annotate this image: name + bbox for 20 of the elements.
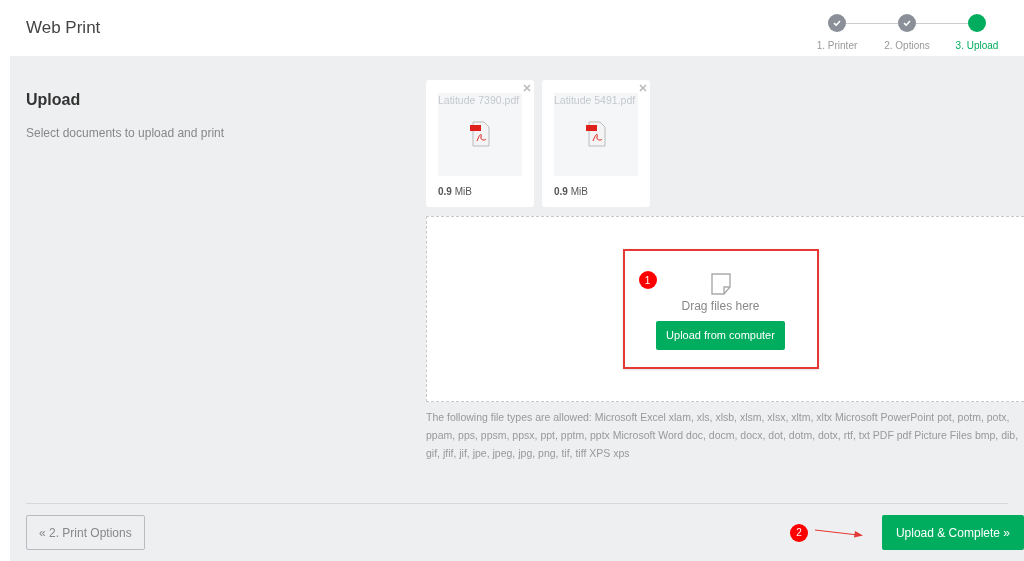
step-label: 2. Options <box>884 38 930 53</box>
section-description: Select documents to upload and print <box>26 125 226 142</box>
step-label: 3. Upload <box>955 38 999 53</box>
pdf-file-icon <box>585 120 607 147</box>
allowed-file-types: The following file types are allowed: Microsoft Excel xlam, xls, xlsb, xlsm, xlsx, xltm, xltx Microsoft PowerPoint pot, potm, potx, ppam, pps, ppsm, ppsx, ppt, pptm, pptx Microsoft Word doc, docm, docx, dot, dotm, dotx, rtf, txt PDF pdf Picture Files bmp, dib, gif, jfif, jif, jpe, jpeg, jpg, png, tif, tiff XPS xps <box>426 410 1020 461</box>
app-title: Web Print <box>26 17 101 40</box>
annotation-badge: 1 <box>638 271 657 289</box>
section-title: Upload <box>26 90 82 110</box>
step-label: 1. Printer <box>816 38 858 53</box>
back-button[interactable]: « 2. Print Options <box>26 515 145 550</box>
annotation-badge: 2 <box>789 523 808 542</box>
file-size: 0.9 MiB <box>554 185 589 199</box>
note-icon <box>710 273 731 295</box>
arrow-icon <box>813 527 864 538</box>
drop-zone[interactable]: 1 Drag files here Upload from computer <box>426 216 1024 402</box>
pdf-file-icon <box>469 120 491 147</box>
upload-from-computer-button[interactable]: Upload from computer <box>656 321 785 350</box>
drop-hint: Drag files here <box>681 298 760 315</box>
upload-complete-button[interactable]: Upload & Complete » <box>881 515 1024 550</box>
file-size: 0.9 MiB <box>438 185 473 199</box>
